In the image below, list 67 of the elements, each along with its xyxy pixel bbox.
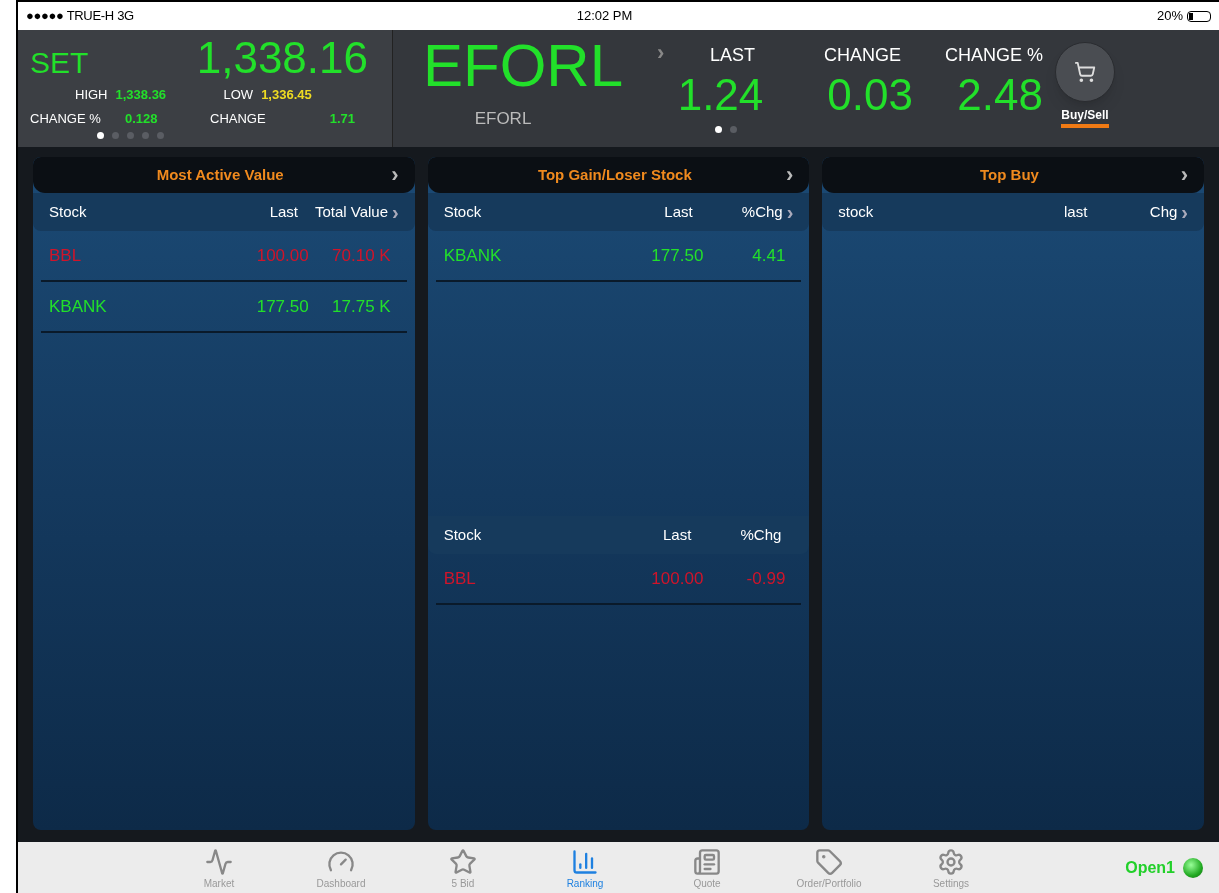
shopping-cart-icon — [1074, 61, 1096, 83]
change-value: 1.71 — [328, 109, 355, 128]
chevron-icon[interactable]: › — [786, 202, 794, 222]
panel-title: Most Active Value — [155, 164, 285, 185]
tab[interactable]: Market — [158, 844, 280, 891]
column-header: Stock — [443, 524, 483, 545]
low-value: 1,336.45 — [261, 86, 312, 104]
chevron-icon: › — [391, 164, 399, 186]
carrier-label: ●●●●● TRUE-H 3G — [26, 7, 135, 26]
stock-name: EFORL — [474, 108, 532, 130]
buy-sell-label[interactable]: Buy/Sell — [1061, 106, 1109, 128]
chevron-icon: › — [1180, 164, 1188, 186]
chevron-icon[interactable]: › — [653, 42, 673, 64]
tab[interactable]: Quote — [646, 844, 768, 891]
chart-line-icon — [205, 848, 233, 876]
battery-icon — [1187, 10, 1211, 22]
bar-chart-icon — [571, 848, 599, 876]
column-header: Chg — [1148, 201, 1178, 222]
change-label: CHANGE — [824, 44, 902, 67]
change-percent-label: CHANGE % — [30, 109, 102, 128]
connection-label: Open1 — [1125, 857, 1175, 878]
high-label: HIGH — [75, 86, 108, 104]
index-name: SET — [30, 45, 89, 81]
last-label: LAST — [709, 44, 755, 67]
tab[interactable]: Dashboard — [280, 844, 402, 891]
table-row[interactable]: BBL 100.00 -0.99 — [435, 554, 802, 605]
panel-title: Top Buy — [979, 164, 1040, 185]
last-value: 1.24 — [677, 69, 764, 121]
change-percent-value: 0.128 — [125, 109, 159, 128]
table-row[interactable]: BBL 100.00 70.10 K — [41, 231, 407, 282]
column-header: last — [1063, 201, 1088, 222]
tab[interactable]: Order/Portfolio — [768, 844, 890, 891]
column-header: %Chg — [739, 524, 782, 545]
panel-title-bar[interactable]: Most Active Value › — [33, 157, 415, 193]
panel-title: Top Gain/Loser Stock — [536, 164, 693, 185]
clock: 12:02 PM — [575, 7, 634, 26]
table-row[interactable]: KBANK 177.50 4.41 — [435, 231, 802, 282]
chevron-icon[interactable]: › — [1181, 202, 1188, 222]
column-header: Last — [662, 524, 692, 545]
tab[interactable]: Ranking — [524, 844, 646, 891]
tag-icon — [815, 848, 843, 876]
change-label: CHANGE — [210, 109, 267, 128]
settings-icon — [937, 848, 965, 876]
chevron-icon: › — [786, 164, 794, 186]
column-header: stock — [838, 201, 875, 222]
panel-title-bar[interactable]: Top Buy › — [822, 157, 1204, 193]
index-value: 1,338.16 — [196, 34, 369, 82]
chevron-icon[interactable]: › — [392, 202, 399, 222]
stock-symbol: EFORL — [422, 34, 623, 98]
battery-label: 20% — [1155, 7, 1183, 26]
high-value: 1,338.36 — [115, 86, 168, 104]
table-row[interactable]: KBANK 177.50 17.75 K — [41, 282, 407, 333]
change-percent-label: CHANGE % — [945, 44, 1043, 67]
tab[interactable]: 5 Bid — [402, 844, 524, 891]
newspaper-icon — [693, 848, 721, 876]
tab[interactable]: Settings — [890, 844, 1012, 891]
column-header: Total Value — [313, 201, 388, 222]
column-header: Stock — [443, 201, 483, 222]
column-header: %Chg — [740, 201, 783, 222]
column-header: Stock — [49, 201, 88, 222]
star-icon — [449, 848, 477, 876]
panel-title-bar[interactable]: Top Gain/Loser Stock › — [427, 157, 810, 193]
column-header: Last — [268, 201, 298, 222]
change-value: 0.03 — [827, 69, 913, 121]
column-header: Last — [663, 201, 693, 222]
low-label: LOW — [223, 86, 254, 104]
change-percent-value: 2.48 — [957, 69, 1043, 121]
